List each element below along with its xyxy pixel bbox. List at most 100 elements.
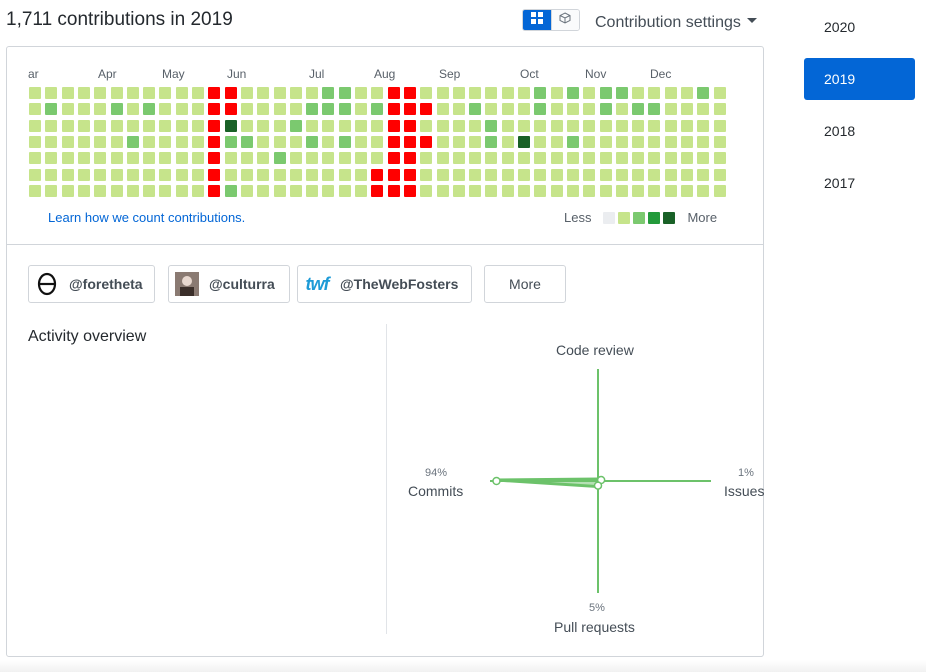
contribution-day-cell[interactable]: [208, 120, 220, 132]
contribution-day-cell[interactable]: [290, 136, 302, 148]
contribution-day-cell[interactable]: [78, 136, 90, 148]
contribution-day-cell[interactable]: [143, 136, 155, 148]
contribution-day-cell[interactable]: [143, 185, 155, 197]
contribution-day-cell[interactable]: [616, 152, 628, 164]
contribution-day-cell[interactable]: [192, 87, 204, 99]
contribution-day-cell[interactable]: [127, 185, 139, 197]
contribution-day-cell[interactable]: [225, 152, 237, 164]
contribution-day-cell[interactable]: [469, 185, 481, 197]
contribution-day-cell[interactable]: [371, 87, 383, 99]
contribution-day-cell[interactable]: [567, 136, 579, 148]
contribution-day-cell[interactable]: [502, 169, 514, 181]
contribution-day-cell[interactable]: [485, 152, 497, 164]
contribution-day-cell[interactable]: [404, 136, 416, 148]
org-filter-foretheta[interactable]: @foretheta: [28, 265, 155, 303]
contribution-day-cell[interactable]: [339, 87, 351, 99]
view-toggle[interactable]: [522, 9, 580, 31]
contribution-day-cell[interactable]: [94, 185, 106, 197]
contribution-day-cell[interactable]: [355, 169, 367, 181]
grid-view-button[interactable]: [523, 10, 551, 30]
contribution-day-cell[interactable]: [404, 103, 416, 115]
contribution-day-cell[interactable]: [518, 87, 530, 99]
contribution-day-cell[interactable]: [111, 169, 123, 181]
contribution-day-cell[interactable]: [453, 136, 465, 148]
contribution-day-cell[interactable]: [257, 120, 269, 132]
contribution-day-cell[interactable]: [518, 103, 530, 115]
contribution-day-cell[interactable]: [339, 152, 351, 164]
contribution-day-cell[interactable]: [208, 87, 220, 99]
contribution-day-cell[interactable]: [62, 136, 74, 148]
contribution-day-cell[interactable]: [159, 136, 171, 148]
learn-contributions-link[interactable]: Learn how we count contributions.: [48, 210, 245, 225]
contribution-day-cell[interactable]: [404, 87, 416, 99]
contribution-day-cell[interactable]: [648, 169, 660, 181]
contribution-day-cell[interactable]: [567, 87, 579, 99]
contribution-day-cell[interactable]: [681, 185, 693, 197]
contribution-day-cell[interactable]: [127, 152, 139, 164]
contribution-day-cell[interactable]: [420, 120, 432, 132]
contribution-day-cell[interactable]: [469, 169, 481, 181]
contribution-day-cell[interactable]: [241, 185, 253, 197]
year-item-2019[interactable]: 2019: [804, 58, 915, 100]
contribution-day-cell[interactable]: [616, 103, 628, 115]
contribution-day-cell[interactable]: [176, 120, 188, 132]
contribution-day-cell[interactable]: [567, 185, 579, 197]
contribution-day-cell[interactable]: [371, 120, 383, 132]
contribution-day-cell[interactable]: [257, 169, 269, 181]
contribution-day-cell[interactable]: [208, 136, 220, 148]
contribution-day-cell[interactable]: [485, 185, 497, 197]
contribution-day-cell[interactable]: [518, 185, 530, 197]
contribution-day-cell[interactable]: [632, 87, 644, 99]
contribution-day-cell[interactable]: [339, 120, 351, 132]
contribution-day-cell[interactable]: [257, 136, 269, 148]
contribution-day-cell[interactable]: [339, 169, 351, 181]
contribution-day-cell[interactable]: [94, 136, 106, 148]
contribution-day-cell[interactable]: [534, 152, 546, 164]
contribution-day-cell[interactable]: [404, 120, 416, 132]
contribution-day-cell[interactable]: [192, 103, 204, 115]
contribution-day-cell[interactable]: [632, 185, 644, 197]
contribution-day-cell[interactable]: [714, 136, 726, 148]
contribution-day-cell[interactable]: [290, 120, 302, 132]
contribution-day-cell[interactable]: [518, 136, 530, 148]
contribution-day-cell[interactable]: [62, 185, 74, 197]
contribution-day-cell[interactable]: [534, 87, 546, 99]
contribution-day-cell[interactable]: [127, 103, 139, 115]
contribution-day-cell[interactable]: [420, 185, 432, 197]
contribution-day-cell[interactable]: [502, 87, 514, 99]
contribution-day-cell[interactable]: [274, 136, 286, 148]
contribution-day-cell[interactable]: [159, 152, 171, 164]
contribution-day-cell[interactable]: [697, 185, 709, 197]
contribution-day-cell[interactable]: [665, 120, 677, 132]
contribution-day-cell[interactable]: [159, 169, 171, 181]
contribution-day-cell[interactable]: [534, 120, 546, 132]
contribution-day-cell[interactable]: [322, 87, 334, 99]
contribution-day-cell[interactable]: [648, 120, 660, 132]
contribution-day-cell[interactable]: [616, 185, 628, 197]
contribution-day-cell[interactable]: [241, 152, 253, 164]
contribution-day-cell[interactable]: [143, 169, 155, 181]
contribution-day-cell[interactable]: [176, 87, 188, 99]
3d-view-button[interactable]: [550, 10, 579, 30]
contribution-day-cell[interactable]: [714, 152, 726, 164]
contribution-day-cell[interactable]: [388, 136, 400, 148]
contribution-day-cell[interactable]: [583, 103, 595, 115]
contribution-day-cell[interactable]: [94, 120, 106, 132]
contribution-day-cell[interactable]: [78, 87, 90, 99]
contribution-day-cell[interactable]: [714, 169, 726, 181]
contribution-day-cell[interactable]: [404, 152, 416, 164]
contribution-day-cell[interactable]: [388, 169, 400, 181]
contribution-day-cell[interactable]: [355, 185, 367, 197]
contribution-day-cell[interactable]: [469, 87, 481, 99]
contribution-day-cell[interactable]: [274, 169, 286, 181]
contribution-day-cell[interactable]: [322, 103, 334, 115]
contribution-day-cell[interactable]: [143, 103, 155, 115]
contribution-day-cell[interactable]: [241, 169, 253, 181]
year-item-2017[interactable]: 2017: [804, 162, 915, 204]
contribution-day-cell[interactable]: [241, 87, 253, 99]
contribution-day-cell[interactable]: [225, 185, 237, 197]
contribution-day-cell[interactable]: [45, 103, 57, 115]
contribution-day-cell[interactable]: [583, 152, 595, 164]
contribution-day-cell[interactable]: [339, 136, 351, 148]
contribution-day-cell[interactable]: [600, 87, 612, 99]
